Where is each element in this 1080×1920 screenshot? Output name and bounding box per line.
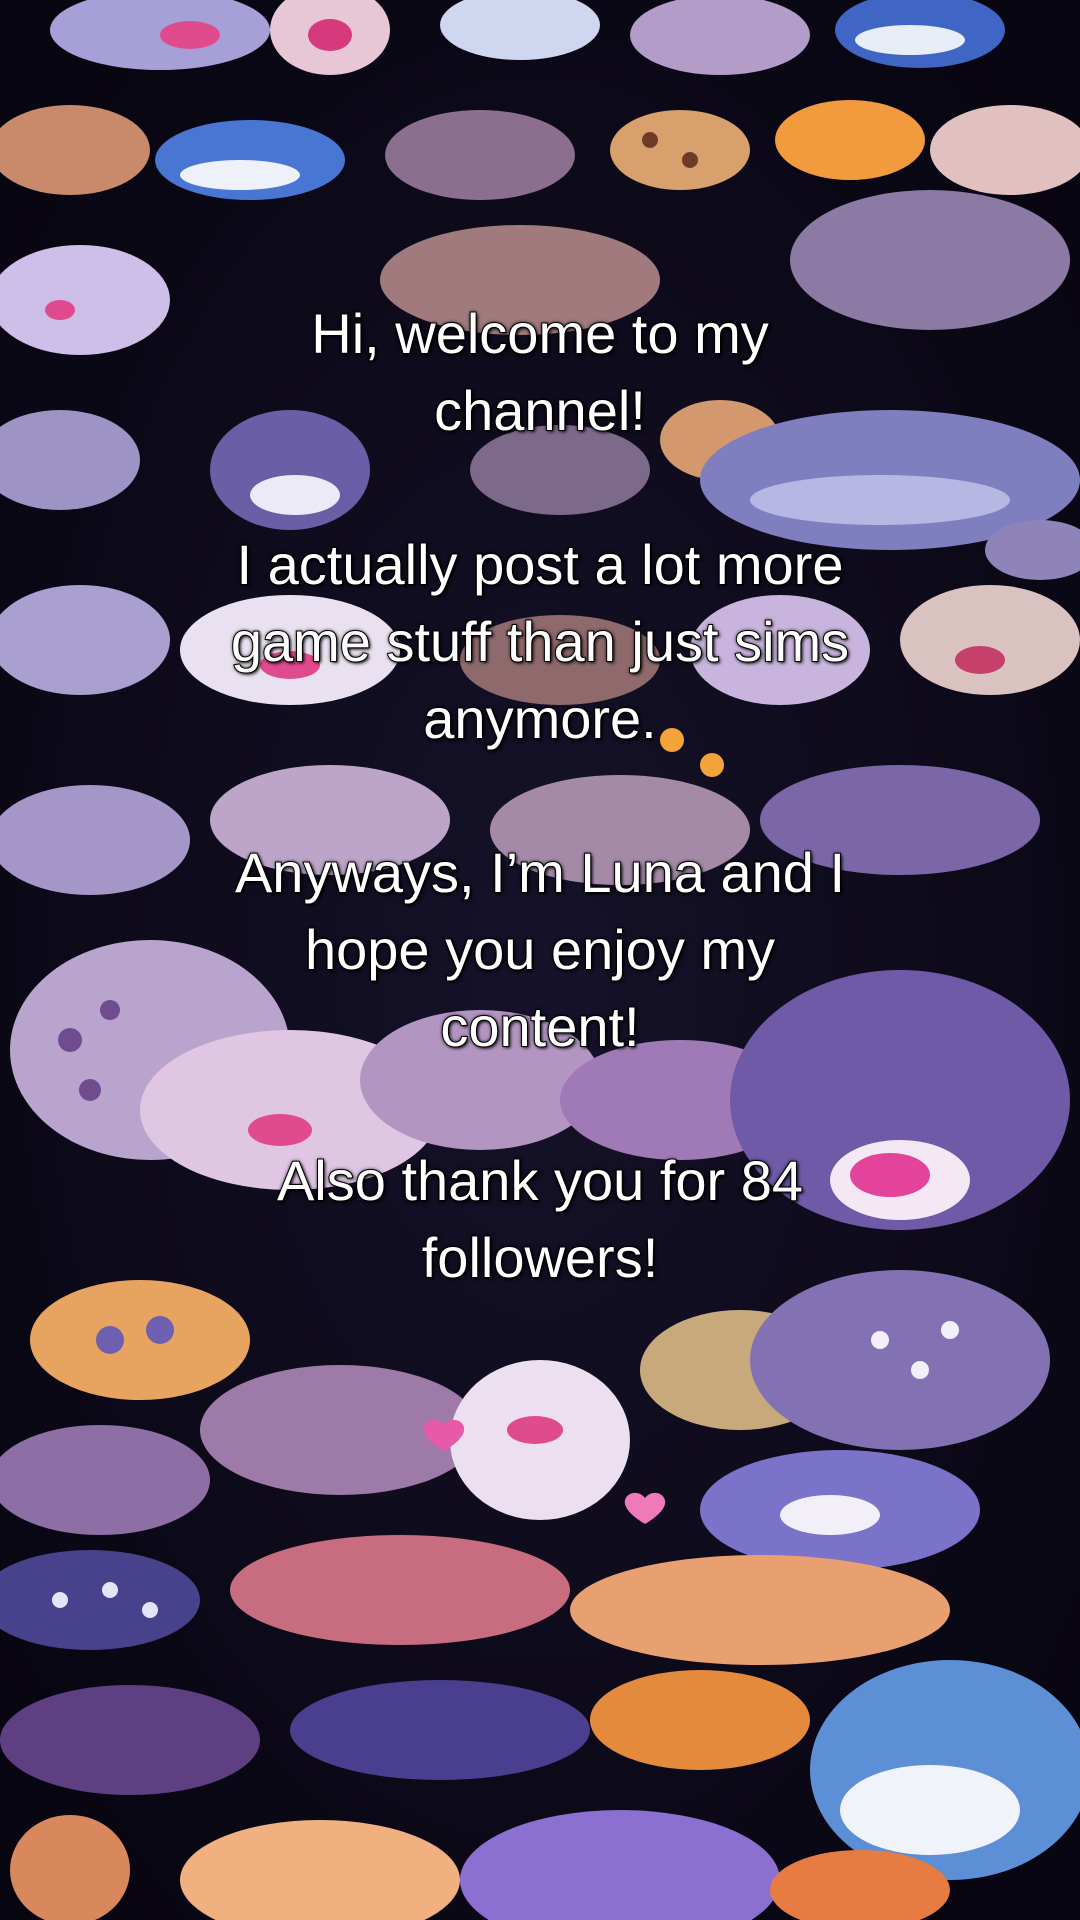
caption-line: content! <box>439 994 640 1059</box>
shark-icon <box>630 0 810 75</box>
ray-icon <box>0 1425 210 1535</box>
ray-icon <box>230 1535 570 1645</box>
shark-icon <box>440 0 600 60</box>
ray-icon <box>180 1820 460 1920</box>
caption-line: I actually post a lot more <box>236 532 845 597</box>
shark-icon <box>385 110 575 200</box>
ray-icon <box>810 1660 1080 1880</box>
story-canvas: Hi, welcome to my channel! I actually po… <box>0 0 1080 1920</box>
shark-icon <box>775 100 925 180</box>
shark-icon <box>0 105 150 195</box>
shark-icon <box>155 120 345 200</box>
shark-icon <box>50 0 270 70</box>
caption-line: followers! <box>421 1225 660 1290</box>
ray-icon <box>590 1670 810 1770</box>
ray-icon <box>0 1550 200 1650</box>
shark-icon <box>610 110 750 190</box>
ray-icon <box>750 1270 1050 1450</box>
caption-line: channel! <box>433 378 647 443</box>
shark-icon <box>930 105 1080 195</box>
caption-line: Hi, welcome to my <box>310 301 769 366</box>
caption-line: hope you enjoy my <box>304 917 776 982</box>
caption-line: Anyways, I’m Luna and I <box>234 840 846 905</box>
shark-icon <box>270 0 390 75</box>
ray-icon <box>0 1685 260 1795</box>
shark-icon <box>835 0 1005 68</box>
caption-line: anymore. <box>422 686 657 751</box>
ray-icon <box>450 1360 630 1520</box>
caption-text: Hi, welcome to my channel! I actually po… <box>60 295 1020 1296</box>
ray-icon <box>30 1280 250 1400</box>
ray-icon <box>290 1680 590 1780</box>
heart-icon <box>624 1492 666 1524</box>
caption-line: Also thank you for 84 <box>276 1148 804 1213</box>
ray-icon <box>10 1815 130 1920</box>
caption-line: game stuff than just sims <box>230 609 850 674</box>
ray-icon <box>700 1450 980 1570</box>
ray-icon <box>570 1555 950 1665</box>
ray-icon <box>460 1810 780 1920</box>
